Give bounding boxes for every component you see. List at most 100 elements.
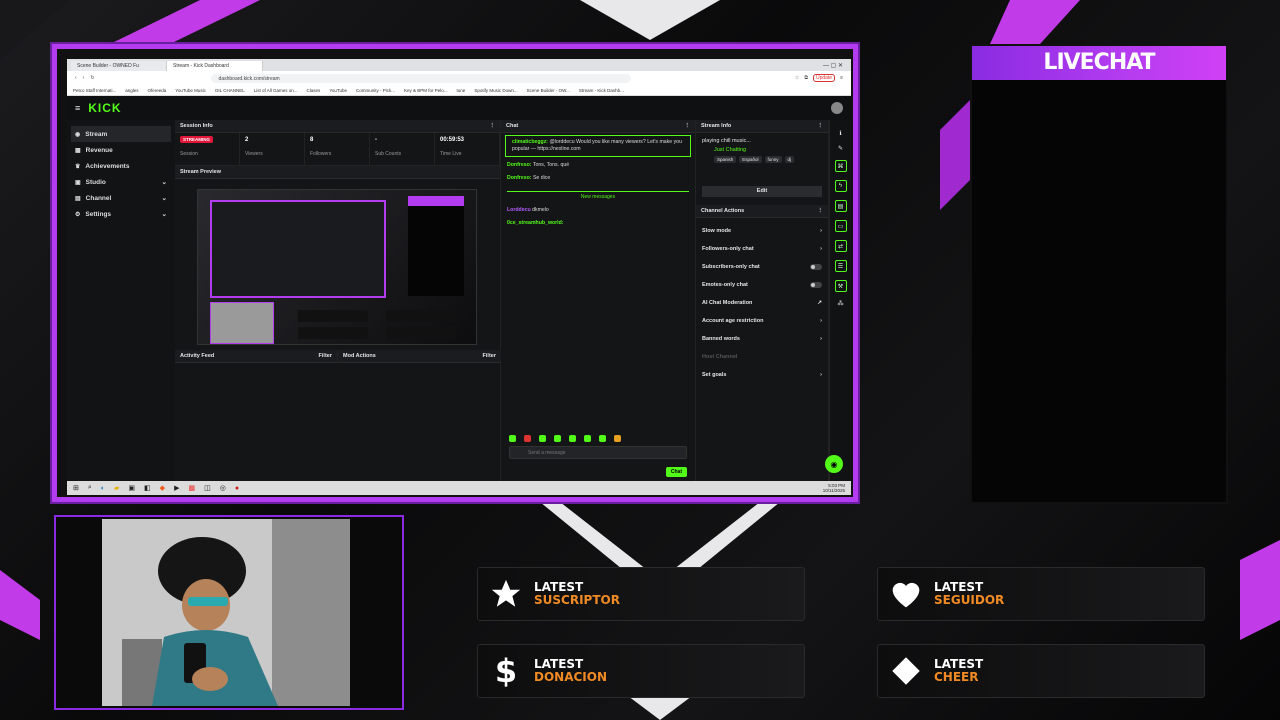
emote-icon[interactable]	[584, 435, 591, 442]
emote-icon[interactable]	[539, 435, 546, 442]
extensions-icon[interactable]: ⧉	[804, 75, 808, 81]
preview-livechat-bar	[408, 196, 464, 206]
window-controls[interactable]: — ▢ ✕	[815, 60, 851, 71]
swap-icon[interactable]: ⇄	[834, 240, 847, 252]
media-icon[interactable]: ▶	[174, 484, 179, 492]
stream-info: playing chill music... Just Chatting Spa…	[696, 133, 828, 168]
more-icon[interactable]: ⋮	[818, 208, 824, 214]
emote-icon[interactable]	[524, 435, 531, 442]
sidebar-item-revenue[interactable]: ▦ Revenue	[71, 142, 171, 158]
bookmark-item[interactable]: YouTube Music	[175, 88, 206, 93]
raid-icon[interactable]: ⌘	[834, 160, 847, 172]
channel-action-emotes-only-chat[interactable]: Emotes-only chat	[696, 276, 828, 294]
browser-tab-kick-dashboard[interactable]: Stream - Kick Dashboard	[167, 61, 263, 71]
menu-icon[interactable]: ≡	[840, 75, 843, 81]
channel-actions-header: Channel Actions ⋮	[696, 205, 828, 218]
bookmark-item[interactable]: OIL CHANNEL	[215, 88, 245, 93]
windows-start-icon[interactable]: ⊞	[73, 484, 79, 492]
chat-bubble-icon[interactable]: ▭	[834, 220, 847, 232]
kick-logo[interactable]: KICK	[88, 101, 121, 115]
wrench-icon[interactable]: ⚒	[834, 280, 847, 292]
stream-tag[interactable]: Spanish	[714, 156, 737, 163]
browser-tab-scene-builder[interactable]: Scene Builder - OWNED Fu	[71, 61, 167, 71]
update-button[interactable]: Update	[812, 74, 836, 82]
channel-action-subscribers-only-chat[interactable]: Subscribers-only chat	[696, 258, 828, 276]
chat-username[interactable]: Donfreso:	[507, 162, 532, 168]
stream-tag[interactable]: Español	[739, 156, 762, 163]
app-icon[interactable]: ◫	[204, 484, 211, 492]
chat-message: Donfreso: Se dice	[501, 172, 695, 185]
sidebar-item-label: Revenue	[85, 146, 113, 154]
chat-username[interactable]: 0ce_streamhub_world:	[507, 220, 564, 226]
list-icon[interactable]: ☰	[834, 260, 847, 272]
info-icon[interactable]: ℹ	[839, 130, 841, 137]
channel-action-banned-words[interactable]: Banned words ›	[696, 330, 828, 348]
avatar[interactable]	[831, 102, 843, 114]
obs-icon[interactable]: ◎	[220, 484, 226, 492]
emote-icon[interactable]	[569, 435, 576, 442]
lightning-icon[interactable]: ϟ	[834, 180, 847, 192]
channel-action-slow-mode[interactable]: Slow mode ›	[696, 222, 828, 240]
app-icon[interactable]: ▩	[188, 484, 195, 492]
chat-send-button[interactable]: Chat	[665, 467, 687, 477]
mod-filter-button[interactable]: Filter	[483, 353, 496, 359]
sidebar-item-achievements[interactable]: ♛ Achievements	[71, 158, 171, 174]
chat-username[interactable]: Lorddecu	[507, 207, 531, 213]
edit-stream-button[interactable]: Edit	[702, 186, 822, 197]
sidebar-item-channel[interactable]: ▤ Channel ⌄	[71, 190, 171, 206]
share-icon[interactable]: ⁂	[838, 300, 844, 307]
forward-icon[interactable]: ›	[83, 75, 85, 81]
bookmark-item[interactable]: YouTube	[329, 88, 347, 93]
app-icon[interactable]: ●	[235, 485, 239, 492]
sidebar-item-settings[interactable]: ⚙ Settings ⌄	[71, 206, 171, 222]
stream-tag[interactable]: dj	[784, 156, 795, 163]
bookmark-item[interactable]: Scene Builder - OW...	[527, 88, 570, 93]
channel-action-ai-chat-moderation[interactable]: AI Chat Moderation ↗	[696, 294, 828, 312]
emote-icon[interactable]	[614, 435, 621, 442]
search-icon[interactable]: ⌕	[88, 484, 92, 492]
channel-action-set-goals[interactable]: Set goals ›	[696, 366, 828, 384]
store-icon[interactable]: ▣	[128, 484, 135, 492]
chat-username[interactable]: Donfreso:	[507, 175, 532, 181]
reload-icon[interactable]: ↻	[90, 75, 94, 81]
hamburger-icon[interactable]: ≡	[75, 103, 80, 113]
folder-icon[interactable]: ▰	[114, 484, 119, 492]
activity-filter-button[interactable]: Filter	[319, 353, 332, 359]
more-icon[interactable]: ⋮	[685, 123, 691, 129]
sidebar-item-stream[interactable]: ◉ Stream	[71, 126, 171, 142]
url-input[interactable]: dashboard.kick.com/stream	[210, 73, 631, 83]
bookmark-item[interactable]: Community - Pick...	[356, 88, 395, 93]
bookmark-item[interactable]: Spotify Music Down...	[474, 88, 517, 93]
notes-icon[interactable]: ▤	[834, 200, 847, 212]
toggle-switch[interactable]	[810, 264, 822, 270]
chat-username[interactable]: climaticbeggz:	[512, 139, 548, 145]
toggle-switch[interactable]	[810, 282, 822, 288]
bookmark-item[interactable]: List of All Games on...	[254, 88, 298, 93]
bookmark-star-icon[interactable]: ☆	[795, 75, 799, 81]
pencil-icon[interactable]: ✎	[838, 145, 843, 152]
app-icon[interactable]: ◧	[144, 484, 151, 492]
emote-icon[interactable]	[509, 435, 516, 442]
channel-action-followers-only-chat[interactable]: Followers-only chat ›	[696, 240, 828, 258]
bookmark-item[interactable]: Petco Staff Internati...	[73, 88, 116, 93]
bookmark-item[interactable]: Ofereeda	[147, 88, 166, 93]
back-icon[interactable]: ‹	[75, 75, 77, 81]
browser-window: Scene Builder - OWNED Fu Stream - Kick D…	[67, 59, 851, 495]
stream-tag[interactable]: funny	[764, 156, 782, 163]
bookmark-item[interactable]: Stream - Kick Dashb...	[579, 88, 624, 93]
more-icon[interactable]: ⋮	[490, 123, 496, 129]
sidebar-item-studio[interactable]: ▣ Studio ⌄	[71, 174, 171, 190]
bookmark-item[interactable]: Clases	[307, 88, 321, 93]
emote-icon[interactable]	[599, 435, 606, 442]
bookmark-item[interactable]: Key & BPM for Pelo...	[404, 88, 448, 93]
edge-icon[interactable]: ◐	[101, 485, 105, 492]
support-chat-icon[interactable]: ◉	[825, 455, 843, 473]
bookmark-item[interactable]: angles	[125, 88, 138, 93]
chevron-right-icon: ›	[820, 318, 822, 324]
more-icon[interactable]: ⋮	[818, 123, 824, 129]
chat-input[interactable]: Send a message	[509, 446, 687, 459]
emote-icon[interactable]	[554, 435, 561, 442]
brave-icon[interactable]: ◆	[160, 484, 165, 492]
channel-action-account-age-restriction[interactable]: Account age restriction ›	[696, 312, 828, 330]
bookmark-item[interactable]: tune	[457, 88, 466, 93]
